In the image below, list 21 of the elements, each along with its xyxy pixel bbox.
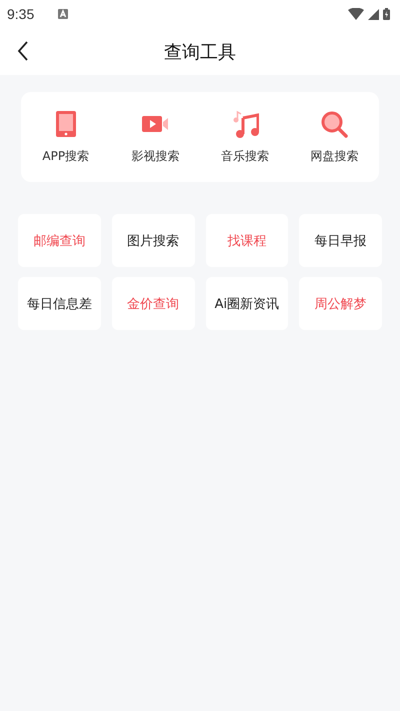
tool-tile[interactable]: 每日早报 xyxy=(299,214,382,267)
tool-tile[interactable]: Ai圈新资讯 xyxy=(206,277,288,330)
page-title: 查询工具 xyxy=(164,40,236,64)
notification-icon xyxy=(58,9,68,19)
tool-tile[interactable]: 邮编查询 xyxy=(18,214,101,267)
tool-label[interactable]: 影视搜索 xyxy=(131,148,180,164)
wifi-icon xyxy=(348,8,364,20)
tool-tile[interactable]: 图片搜索 xyxy=(112,214,194,267)
search-icon[interactable] xyxy=(320,110,348,138)
back-icon[interactable] xyxy=(17,41,29,61)
music-notes-icon[interactable] xyxy=(230,110,259,138)
tool-tile[interactable]: 每日信息差 xyxy=(18,277,101,330)
battery-icon xyxy=(383,8,390,20)
tool-tile[interactable]: 周公解梦 xyxy=(299,277,382,330)
tool-tile[interactable]: 找课程 xyxy=(206,214,288,267)
tool-label[interactable]: 音乐搜索 xyxy=(220,148,269,164)
tool-label[interactable]: APP搜索 xyxy=(42,148,90,164)
tool-label[interactable]: 网盘搜索 xyxy=(310,148,358,164)
signal-icon xyxy=(368,8,379,20)
tool-tile[interactable]: 金价查询 xyxy=(112,277,194,330)
status-time: 9:35 xyxy=(7,6,34,22)
